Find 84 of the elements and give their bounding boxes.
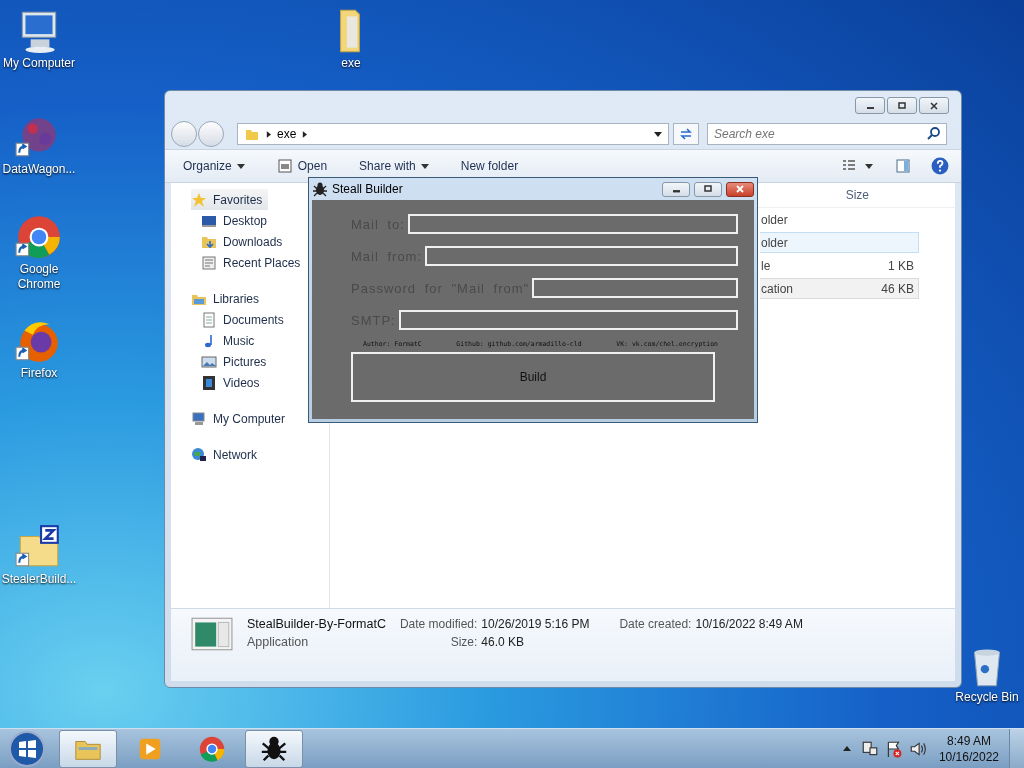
file-row[interactable]: cation 46 KB — [760, 278, 919, 299]
input-field[interactable] — [532, 278, 738, 298]
close-button[interactable] — [726, 181, 754, 197]
desktop-icon-label[interactable]: Google Chrome — [0, 262, 78, 292]
column-header[interactable]: Size — [845, 188, 869, 202]
build-button[interactable]: Build — [351, 352, 715, 402]
taskbar-button[interactable] — [245, 729, 303, 768]
nav-item[interactable]: Network — [191, 444, 263, 465]
address-bar[interactable]: exe — [237, 123, 669, 145]
caret-icon — [236, 163, 245, 169]
window-icon — [276, 158, 293, 174]
clock-date[interactable]: 10/16/2022 — [938, 749, 999, 764]
input-field[interactable] — [425, 246, 738, 266]
property-label: Size: — [449, 635, 478, 649]
application-icon — [191, 617, 233, 651]
file-name: StealBuilder-By-FormatC — [247, 617, 386, 631]
document-icon — [201, 311, 217, 328]
minimize-icon — [672, 190, 680, 193]
help-icon[interactable] — [931, 157, 949, 175]
close-icon — [929, 100, 939, 111]
search-field[interactable]: Search exe — [707, 123, 947, 145]
file-row[interactable]: older — [760, 232, 919, 253]
maximize-icon — [703, 184, 713, 194]
property-label: Date created: — [619, 617, 692, 631]
toolbar-button[interactable]: Open — [270, 156, 334, 176]
globe-icon — [191, 446, 207, 463]
toolbar-button[interactable]: New folder — [454, 157, 525, 175]
maximize-icon — [897, 100, 907, 111]
property-label: Date modified: — [399, 617, 478, 631]
desktop-icon-label[interactable]: My Computer — [3, 56, 75, 71]
computer-icon — [191, 410, 207, 427]
maximize-button[interactable] — [694, 181, 722, 197]
desktop-icon-label[interactable]: DataWagon... — [2, 162, 76, 177]
nav-item[interactable]: Favorites — [191, 189, 269, 210]
bug-icon — [312, 181, 328, 197]
chevron-icon[interactable] — [302, 130, 308, 138]
minimize-button[interactable] — [662, 181, 690, 197]
nav-item[interactable]: Documents — [201, 309, 290, 330]
volume-icon[interactable] — [908, 739, 927, 758]
property-value: 10/26/2019 5:16 PM — [481, 617, 590, 631]
nav-item[interactable]: Recent Places — [201, 252, 307, 273]
property-value: 10/16/2022 8:49 AM — [695, 617, 803, 631]
refresh-button[interactable] — [673, 123, 699, 145]
breadcrumb[interactable]: exe — [277, 127, 297, 141]
minimize-button[interactable] — [855, 97, 885, 114]
input-field[interactable] — [407, 214, 738, 234]
clock-time[interactable]: 8:49 AM — [946, 733, 991, 748]
nav-item[interactable]: Pictures — [201, 351, 273, 372]
film-icon — [201, 374, 217, 391]
star-icon — [191, 191, 207, 208]
toolbar-button[interactable]: Organize — [177, 157, 251, 175]
caret-icon[interactable] — [654, 131, 662, 137]
picture-icon — [201, 353, 217, 370]
close-icon — [735, 184, 745, 194]
file-size: 1 KB — [888, 258, 914, 273]
file-row[interactable]: le 1 KB — [760, 255, 919, 276]
input-field[interactable] — [398, 310, 738, 330]
document-icon — [201, 254, 217, 271]
network-icon[interactable] — [860, 739, 879, 758]
maximize-button[interactable] — [887, 97, 917, 114]
show-hidden-icons-button[interactable] — [842, 745, 851, 752]
nav-item[interactable]: Music — [201, 330, 261, 351]
desktop-icon-label[interactable]: exe — [341, 56, 361, 71]
minimize-icon — [866, 106, 874, 110]
close-button[interactable] — [919, 97, 949, 114]
nav-item[interactable]: Desktop — [201, 210, 274, 231]
search-icon[interactable] — [926, 126, 942, 142]
show-desktop-button[interactable] — [1009, 728, 1024, 768]
caret-icon[interactable] — [865, 163, 873, 169]
property-value: 46.0 KB — [481, 635, 525, 649]
nav-item[interactable]: Videos — [201, 372, 266, 393]
window-title: Steall Builder — [332, 182, 403, 196]
nav-item[interactable]: My Computer — [191, 408, 292, 429]
desktop-icon-label[interactable]: Recycle Bin — [955, 690, 1019, 705]
toolbar-button[interactable]: Share with — [353, 157, 435, 175]
refresh-icon — [678, 126, 694, 142]
file-kind: Application — [247, 635, 310, 649]
file-size: 46 KB — [881, 281, 914, 296]
nav-item[interactable]: Libraries — [191, 288, 266, 309]
file-row[interactable]: older — [760, 209, 919, 230]
start-button[interactable] — [7, 728, 47, 768]
caret-icon — [420, 163, 429, 169]
chevron-icon[interactable] — [266, 130, 271, 138]
nav-item[interactable]: Downloads — [201, 231, 289, 252]
